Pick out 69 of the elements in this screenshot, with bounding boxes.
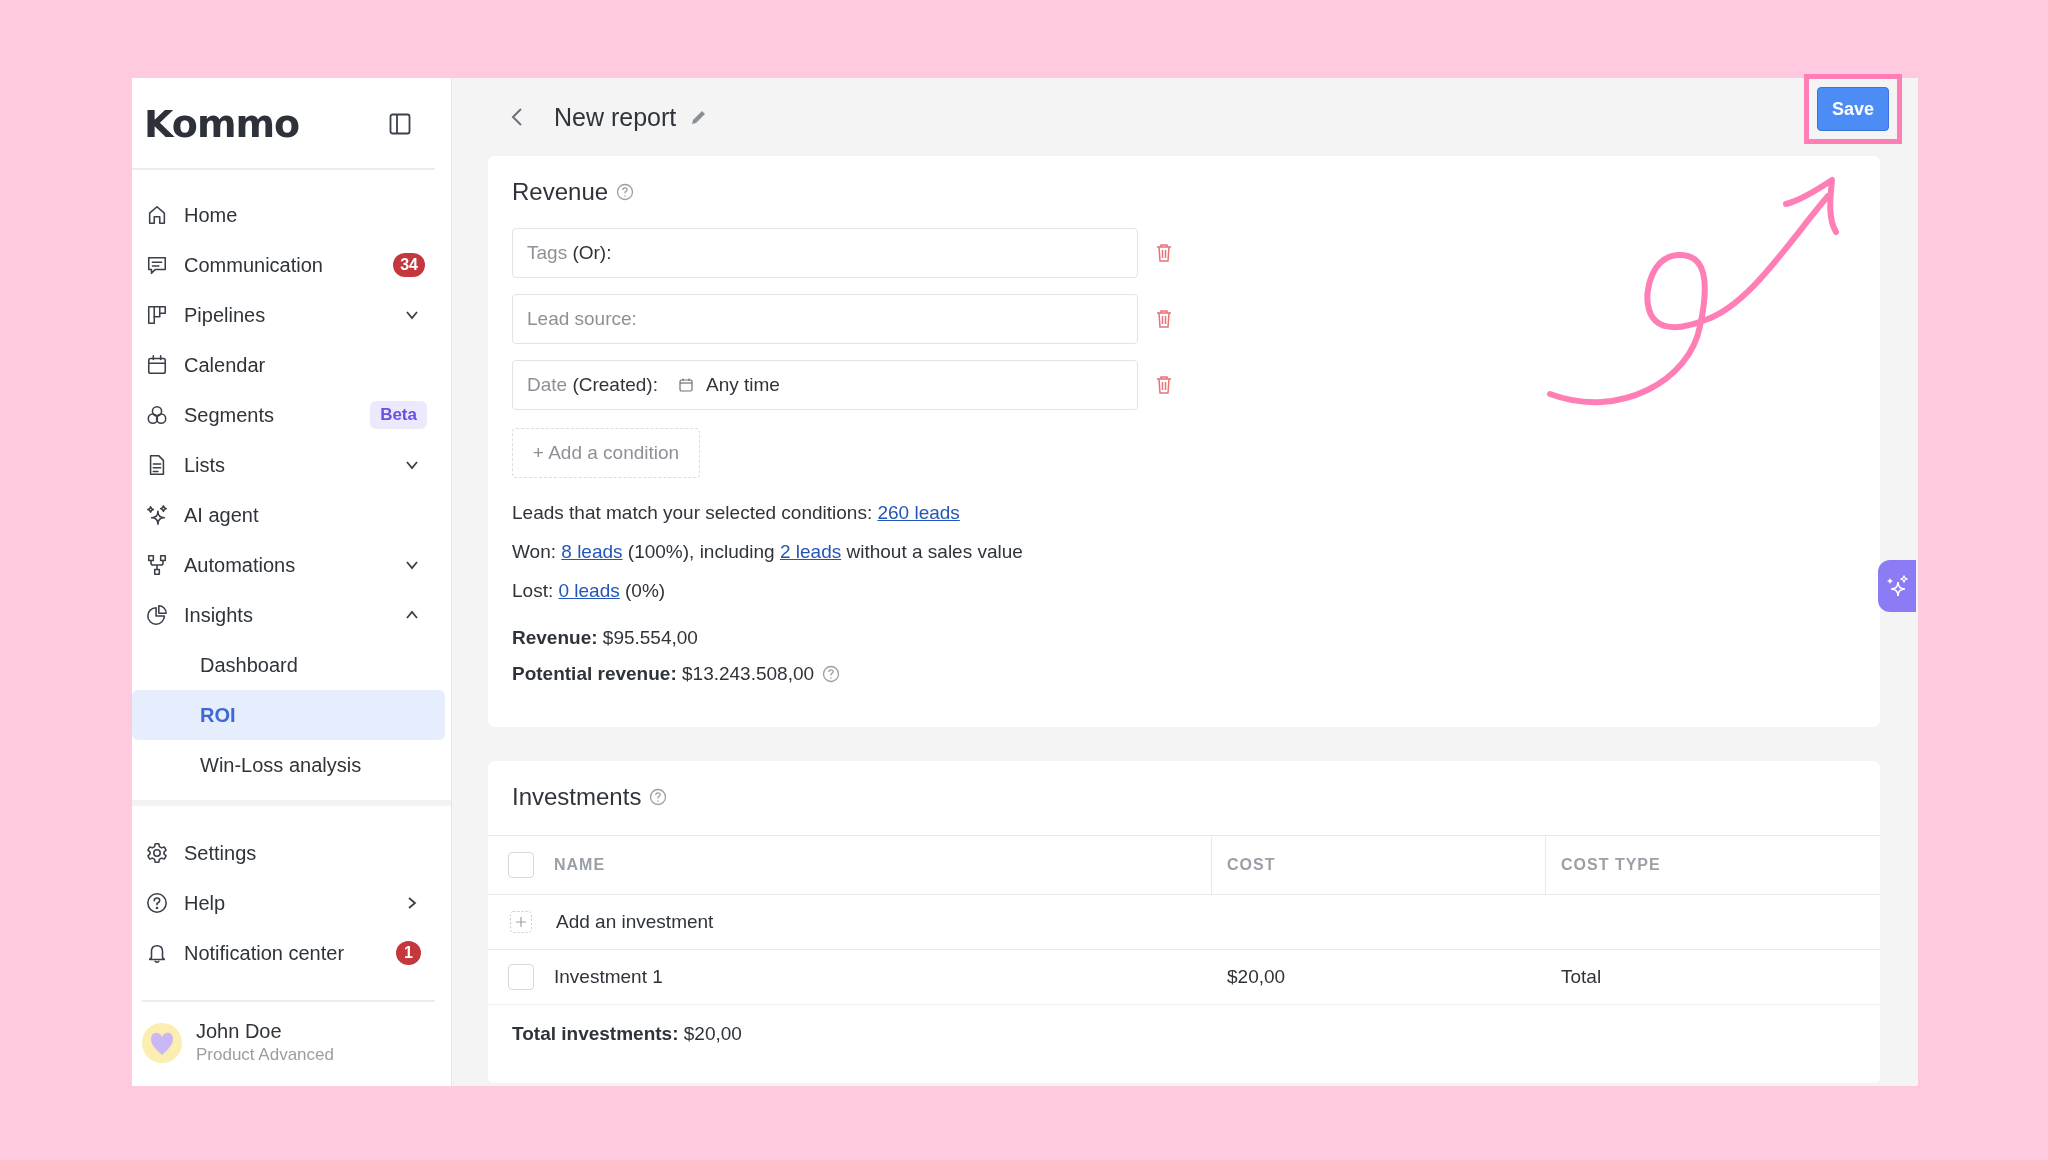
column-header: COST: [1227, 856, 1276, 874]
help-icon: [146, 892, 168, 914]
leads-link[interactable]: 2 leads: [779, 541, 842, 562]
help-icon[interactable]: [616, 183, 635, 201]
user-plan: Product Advanced: [196, 1045, 334, 1065]
column-header: NAME: [554, 856, 606, 874]
nav-item[interactable]: Communication 34: [132, 240, 445, 290]
trash-icon[interactable]: [1156, 375, 1172, 395]
nav-item[interactable]: Segments Beta: [132, 390, 445, 440]
nav-item[interactable]: Calendar: [132, 340, 445, 390]
nav-item[interactable]: Lists: [132, 440, 445, 490]
nav-item[interactable]: Insights: [132, 590, 445, 640]
submenu-item[interactable]: ROI: [132, 690, 445, 740]
back-icon[interactable]: [510, 107, 524, 127]
calendar-icon: [146, 354, 168, 376]
bell-icon: [146, 942, 168, 964]
avatar: [142, 1022, 182, 1063]
help-icon[interactable]: [649, 788, 668, 806]
table-cell: Total: [1561, 966, 1602, 988]
condition-field[interactable]: Tags (Or):: [512, 228, 1138, 278]
table-cell: Investment 1: [554, 966, 663, 988]
help-icon[interactable]: [822, 665, 841, 683]
count-badge: 1: [396, 941, 421, 965]
summary-line: Won: 8 leads (100%), including 2 leads without a sales value: [512, 540, 1024, 564]
section-title: Revenue: [512, 178, 609, 206]
circles-icon: [146, 404, 168, 426]
trash-icon[interactable]: [1156, 243, 1172, 263]
nav-item[interactable]: Automations: [132, 540, 445, 590]
nav-item[interactable]: Notification center 1: [132, 928, 445, 978]
section-title: Investments: [512, 783, 642, 811]
sparkle-icon: [1885, 574, 1909, 598]
summary-line: Lost: 0 leads (0%): [512, 579, 667, 603]
total-text: Potential revenue: $13.243.508,00: [512, 663, 815, 685]
logo: Kommo: [144, 102, 300, 146]
sparkle-icon: [146, 504, 168, 526]
calendar-icon: [677, 377, 694, 393]
checkbox[interactable]: [508, 852, 534, 878]
nav-item[interactable]: Pipelines: [132, 290, 445, 340]
board-icon: [146, 304, 168, 326]
leads-link[interactable]: 8 leads: [561, 541, 623, 562]
nav-item[interactable]: Help: [132, 878, 445, 928]
count-badge: 34: [393, 253, 425, 277]
total-text: Revenue: $95.554,00: [512, 627, 698, 649]
report-title: New report: [554, 102, 677, 132]
settings-icon: [146, 842, 168, 864]
user-name: John Doe: [196, 1020, 283, 1043]
leads-link[interactable]: 260 leads: [877, 502, 960, 523]
beta-tag: Beta: [370, 401, 427, 429]
ai-assistant-button[interactable]: [1878, 560, 1916, 612]
plus-icon[interactable]: [510, 911, 532, 933]
total-text: Total investments: $20,00: [512, 1023, 742, 1044]
summary-line: Leads that match your selected conditions: 260 leads: [512, 501, 961, 525]
pie-chart-icon: [146, 604, 168, 626]
submenu-item[interactable]: Win-Loss analysis: [132, 740, 445, 790]
nav-item[interactable]: Settings: [132, 828, 445, 878]
trash-icon[interactable]: [1156, 309, 1172, 329]
sidebar-toggle-icon[interactable]: [389, 113, 411, 135]
add-investment-link[interactable]: Add an investment: [556, 911, 714, 933]
condition-field[interactable]: Date (Created): Any time: [512, 360, 1138, 410]
nav-item[interactable]: AI agent: [132, 490, 445, 540]
branch-icon: [146, 554, 168, 576]
checkbox[interactable]: [508, 964, 534, 990]
submenu-item[interactable]: Dashboard: [132, 640, 445, 690]
leads-link[interactable]: 0 leads: [558, 580, 620, 601]
chat-icon: [146, 254, 168, 276]
column-header: COST TYPE: [1561, 856, 1661, 874]
table-cell: $20,00: [1227, 966, 1286, 988]
nav-item[interactable]: Home: [132, 190, 445, 240]
home-icon: [146, 204, 168, 226]
